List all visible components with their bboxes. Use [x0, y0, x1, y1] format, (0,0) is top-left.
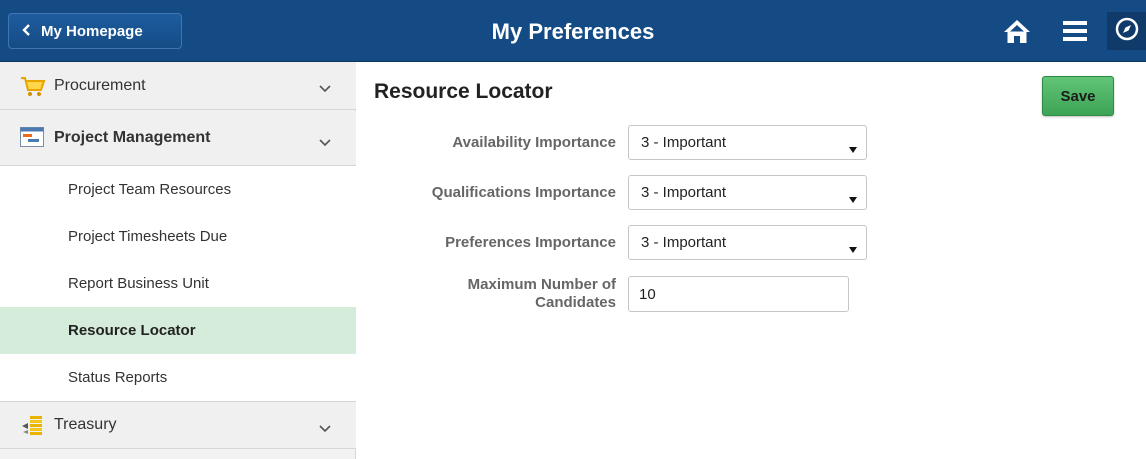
home-icon[interactable] [1003, 18, 1031, 49]
treasury-coins-icon [20, 414, 46, 438]
page-title: My Preferences [491, 19, 655, 44]
section-title: Resource Locator [374, 80, 553, 103]
chevron-down-icon [319, 80, 331, 98]
qualifications-importance-label: Qualifications Importance [431, 184, 616, 201]
navigator-icon [1115, 17, 1139, 46]
chevron-left-icon [21, 23, 31, 39]
sidebar-item-label: Report Business Unit [68, 275, 209, 292]
sidebar-item-status-reports[interactable]: Status Reports [0, 354, 356, 401]
dropdown-caret-icon [849, 190, 857, 207]
preferences-importance-select[interactable]: 3 - Important [628, 225, 867, 260]
max-candidates-input[interactable] [628, 276, 849, 312]
sidebar-item-label: Project Team Resources [68, 181, 232, 198]
category-treasury[interactable]: Treasury [0, 401, 356, 449]
preferences-importance-label: Preferences Importance [445, 234, 616, 251]
sidebar-item-label: Status Reports [68, 369, 168, 386]
sidebar-item-resource-locator[interactable]: Resource Locator [0, 307, 356, 354]
max-candidates-label-line1: Maximum Number of [467, 276, 616, 293]
sidebar: Procurement Project Management Project T… [0, 62, 356, 459]
project-gantt-icon [20, 127, 46, 151]
sidebar-item-label: Resource Locator [68, 322, 196, 339]
qualifications-importance-select[interactable]: 3 - Important [628, 175, 867, 210]
menu-icon[interactable] [1063, 21, 1087, 46]
save-button[interactable]: Save [1042, 76, 1114, 116]
max-candidates-label: Maximum Number of Candidates [316, 276, 616, 312]
category-label: Treasury [54, 416, 117, 433]
category-procurement[interactable]: Procurement [0, 62, 356, 110]
max-candidates-label-line2: Candidates [535, 294, 616, 311]
sidebar-item-report-business-unit[interactable]: Report Business Unit [0, 260, 356, 307]
my-homepage-button[interactable]: My Homepage [8, 13, 182, 49]
select-value: 3 - Important [641, 234, 727, 251]
select-value: 3 - Important [641, 134, 727, 151]
chevron-down-icon [319, 420, 331, 438]
category-label: Procurement [54, 76, 146, 94]
shopping-cart-icon [20, 74, 46, 98]
sidebar-item-project-timesheets-due[interactable]: Project Timesheets Due [0, 213, 356, 260]
dropdown-caret-icon [849, 140, 857, 157]
dropdown-caret-icon [849, 240, 857, 257]
page-header: My Homepage My Preferences [0, 0, 1146, 62]
category-label: Project Management [54, 129, 211, 146]
availability-importance-select[interactable]: 3 - Important [628, 125, 867, 160]
navigator-button[interactable] [1107, 12, 1146, 50]
sidebar-item-label: Project Timesheets Due [68, 228, 228, 245]
sidebar-item-project-team-resources[interactable]: Project Team Resources [0, 166, 356, 213]
category-project-management[interactable]: Project Management [0, 111, 356, 166]
my-homepage-label: My Homepage [41, 22, 143, 40]
select-value: 3 - Important [641, 184, 727, 201]
availability-importance-label: Availability Importance [452, 134, 616, 151]
